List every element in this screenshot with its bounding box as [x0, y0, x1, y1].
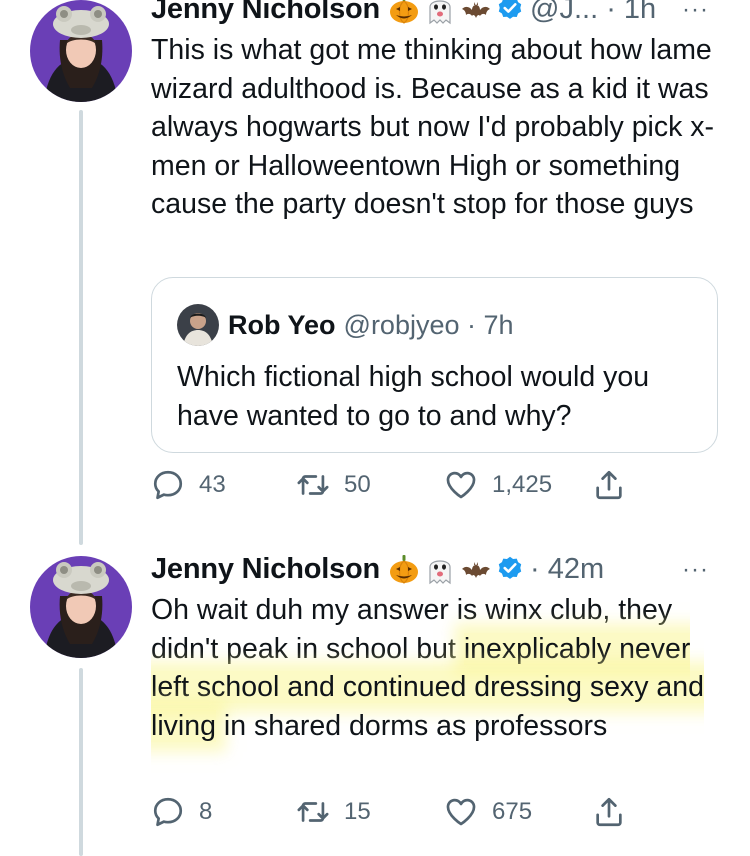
ghost-icon [424, 0, 456, 25]
quoted-display-name: Rob Yeo [228, 309, 336, 340]
reply-count: 43 [199, 471, 226, 498]
like-icon [444, 795, 478, 829]
reply-icon [151, 468, 185, 502]
quoted-tweet-text: Which fictional high school would you ha… [177, 361, 650, 432]
retweet-button[interactable]: 15 [296, 795, 371, 829]
bat-icon [460, 0, 492, 25]
share-icon [592, 468, 626, 502]
jack-o-lantern-icon [388, 0, 420, 25]
share-button[interactable] [592, 468, 640, 502]
like-icon [444, 468, 478, 502]
reply-count: 8 [199, 798, 213, 825]
retweet-icon [296, 468, 330, 502]
handle-and-time[interactable]: @J... · 1h [530, 0, 656, 26]
display-name[interactable]: Jenny Nicholson [151, 0, 380, 26]
retweet-icon [296, 795, 330, 829]
avatar[interactable] [30, 556, 132, 658]
verified-badge-icon [496, 555, 524, 583]
like-count: 675 [492, 798, 533, 825]
quoted-tweet-header: Rob Yeo @robjyeo · 7h [177, 304, 514, 346]
quoted-avatar [177, 304, 219, 346]
thread-line-bottom [79, 668, 83, 856]
name-emojis [388, 0, 492, 25]
like-button[interactable]: 1,425 [444, 468, 552, 502]
tweet-actions: 43 50 1,425 [151, 468, 631, 508]
more-options-icon[interactable]: ··· [682, 0, 709, 24]
like-count: 1,425 [492, 471, 553, 498]
ghost-icon [424, 553, 456, 585]
thread-line-top [79, 110, 83, 545]
retweet-button[interactable]: 50 [296, 468, 371, 502]
tweet-actions: 8 15 675 [151, 795, 631, 835]
tweet-header: Jenny Nicholson @J... · 1h [151, 0, 656, 26]
tweet-header: Jenny Nicholson · 42m [151, 552, 604, 586]
share-icon [592, 795, 626, 829]
share-button[interactable] [592, 795, 640, 829]
jack-o-lantern-icon [388, 553, 420, 585]
bat-icon [460, 553, 492, 585]
tweet-text: Oh wait duh my answer is winx club, they… [151, 591, 731, 745]
display-name[interactable]: Jenny Nicholson [151, 552, 380, 586]
more-options-icon[interactable]: ··· [682, 556, 709, 584]
time[interactable]: · 42m [530, 552, 604, 586]
tweet-text-end: in shared dorms as professors [215, 709, 608, 742]
quoted-handle-and-time: @robjyeo · 7h [343, 309, 514, 340]
avatar[interactable] [30, 0, 132, 102]
verified-badge-icon [496, 0, 524, 23]
quoted-tweet[interactable]: Rob Yeo @robjyeo · 7h Which fictional hi… [151, 277, 718, 453]
reply-button[interactable]: 43 [151, 468, 226, 502]
reply-button[interactable]: 8 [151, 795, 212, 829]
tweet-text: This is what got me thinking about how l… [151, 34, 715, 220]
retweet-count: 50 [344, 471, 371, 498]
name-emojis [388, 553, 492, 585]
retweet-count: 15 [344, 798, 371, 825]
like-button[interactable]: 675 [444, 795, 532, 829]
reply-icon [151, 795, 185, 829]
